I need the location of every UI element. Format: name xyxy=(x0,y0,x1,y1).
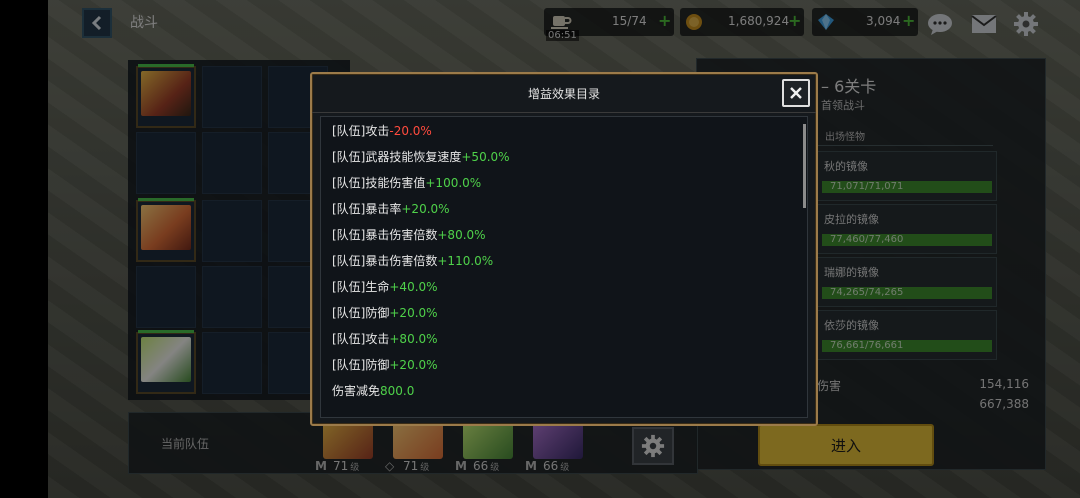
buff-value: 800.0 xyxy=(380,384,415,398)
buff-entry: [队伍]暴击伤害倍数+110.0% xyxy=(332,251,493,271)
buff-value: +40.0% xyxy=(389,280,438,294)
buff-label: [队伍]暴击率 xyxy=(332,202,402,216)
buff-entry: [队伍]技能伤害值+100.0% xyxy=(332,173,481,193)
buff-entry: [队伍]暴击率+20.0% xyxy=(332,199,450,219)
buff-list[interactable]: [队伍]攻击-20.0% [队伍]武器技能恢复速度+50.0% [队伍]技能伤害值+… xyxy=(320,116,808,418)
buff-value: +110.0% xyxy=(437,254,494,268)
buff-value: +20.0% xyxy=(389,358,438,372)
buff-entry: [队伍]武器技能恢复速度+50.0% xyxy=(332,147,510,167)
buff-list-scrollbar[interactable] xyxy=(803,116,807,414)
buff-label: [队伍]暴击伤害倍数 xyxy=(332,254,438,268)
buff-value: +100.0% xyxy=(425,176,482,190)
buff-value: +20.0% xyxy=(389,306,438,320)
buff-label: [队伍]防御 xyxy=(332,358,390,372)
buff-entry: 伤害减免800.0 xyxy=(332,381,414,401)
buff-value: +20.0% xyxy=(401,202,450,216)
buff-label: [队伍]攻击 xyxy=(332,124,390,138)
buff-label: [队伍]武器技能恢复速度 xyxy=(332,150,462,164)
buff-value: +80.0% xyxy=(437,228,486,242)
dialog-header: 增益效果目录 xyxy=(312,74,816,113)
scrollbar-thumb[interactable] xyxy=(803,124,806,208)
buff-label: [队伍]攻击 xyxy=(332,332,390,346)
buff-entry: [队伍]暴击伤害倍数+80.0% xyxy=(332,225,486,245)
buff-label: [队伍]生命 xyxy=(332,280,390,294)
buff-value: -20.0% xyxy=(389,124,432,138)
close-button[interactable] xyxy=(782,79,810,107)
buff-label: [队伍]暴击伤害倍数 xyxy=(332,228,438,242)
close-icon xyxy=(790,87,802,99)
buff-value: +50.0% xyxy=(461,150,510,164)
buff-entry: [队伍]攻击-20.0% xyxy=(332,121,432,141)
dialog-title: 增益效果目录 xyxy=(527,87,600,101)
buff-label: [队伍]防御 xyxy=(332,306,390,320)
buff-entry: [队伍]生命+40.0% xyxy=(332,277,438,297)
buff-entry: [队伍]攻击+80.0% xyxy=(332,329,438,349)
buff-label: 伤害减免 xyxy=(332,384,381,398)
buff-entry: [队伍]防御+20.0% xyxy=(332,303,438,323)
buff-entry: [队伍]防御+20.0% xyxy=(332,355,438,375)
buff-value: +80.0% xyxy=(389,332,438,346)
buff-list-dialog: 增益效果目录 [队伍]攻击-20.0% [队伍]武器技能恢复速度+50.0% [队伍… xyxy=(310,72,818,426)
buff-label: [队伍]技能伤害值 xyxy=(332,176,426,190)
